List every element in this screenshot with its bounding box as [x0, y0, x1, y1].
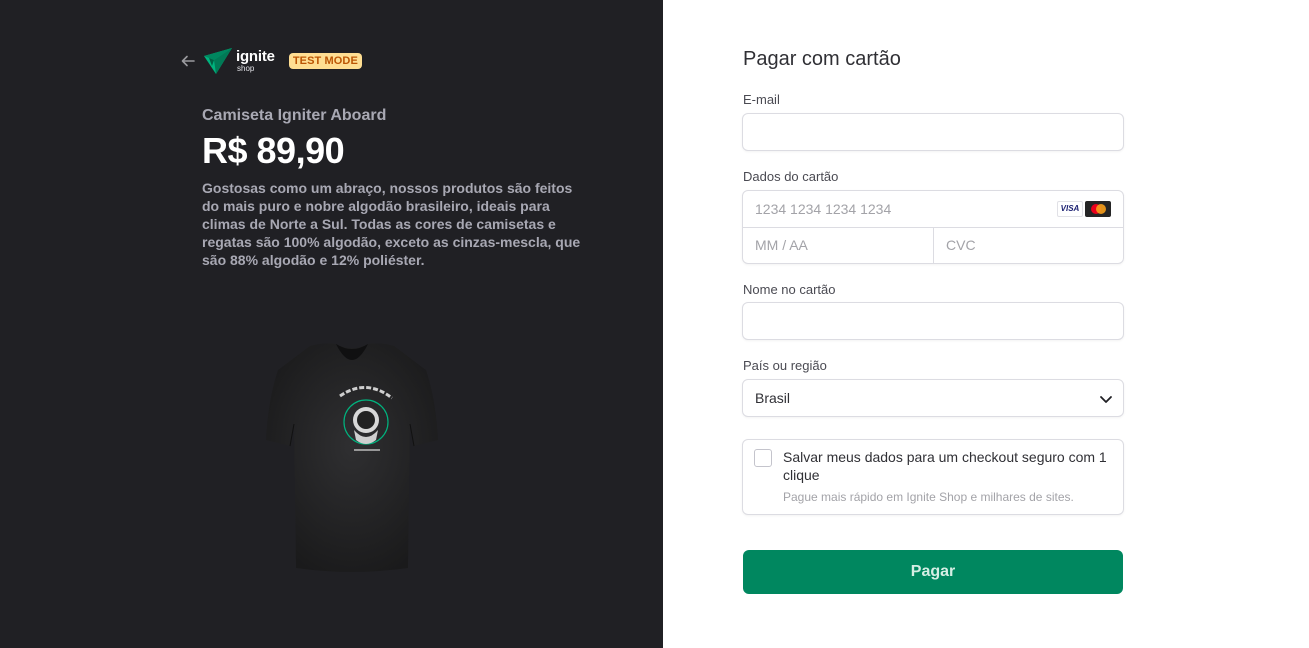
- country-label: País ou região: [743, 358, 827, 373]
- email-label: E-mail: [743, 92, 780, 107]
- product-price: R$ 89,90: [202, 130, 345, 171]
- email-field[interactable]: [742, 113, 1124, 151]
- logo-name: ignite: [236, 48, 275, 65]
- form-title: Pagar com cartão: [743, 48, 901, 70]
- header: ignite shop TEST MODE: [181, 45, 362, 77]
- card-details-group: 1234 1234 1234 1234 VISA MM / AA CVC: [742, 190, 1124, 264]
- logo-sub: shop: [237, 64, 255, 73]
- country-value: Brasil: [755, 390, 791, 406]
- pay-button[interactable]: Pagar: [743, 550, 1123, 594]
- chevron-down-icon: [1100, 396, 1112, 403]
- save-info-label: Salvar meus dados para um checkout segur…: [783, 449, 1107, 483]
- payment-panel: Pagar com cartão E-mail Dados do cartão …: [663, 0, 1309, 648]
- card-expiry-field[interactable]: MM / AA: [743, 228, 933, 264]
- name-on-card-field[interactable]: [742, 302, 1124, 340]
- tshirt-image: [266, 343, 438, 572]
- card-expiry-placeholder: MM / AA: [755, 237, 808, 253]
- visa-icon: VISA: [1057, 201, 1083, 217]
- name-label: Nome no cartão: [743, 282, 836, 297]
- product-panel: ignite shop TEST MODE Camiseta Igniter A…: [0, 0, 663, 648]
- save-info-box: Salvar meus dados para um checkout segur…: [742, 439, 1124, 515]
- ignite-shop-logo[interactable]: ignite shop: [203, 46, 275, 76]
- mastercard-icon: [1085, 201, 1111, 217]
- test-mode-badge: TEST MODE: [288, 53, 362, 69]
- logo-mark-icon: [204, 48, 232, 74]
- card-number-field[interactable]: 1234 1234 1234 1234 VISA: [743, 191, 1123, 227]
- card-cvc-placeholder: CVC: [946, 237, 976, 253]
- country-select[interactable]: Brasil: [742, 379, 1124, 417]
- card-cvc-field[interactable]: CVC: [934, 228, 1124, 264]
- save-info-checkbox[interactable]: [754, 449, 772, 467]
- card-number-placeholder: 1234 1234 1234 1234: [755, 201, 892, 217]
- product-description: Gostosas como um abraço, nossos produtos…: [202, 180, 581, 268]
- back-arrow-icon[interactable]: [181, 53, 197, 69]
- save-info-sublabel: Pague mais rápido em Ignite Shop e milha…: [783, 490, 1074, 504]
- product-name: Camiseta Igniter Aboard: [202, 107, 387, 124]
- card-label: Dados do cartão: [743, 169, 839, 184]
